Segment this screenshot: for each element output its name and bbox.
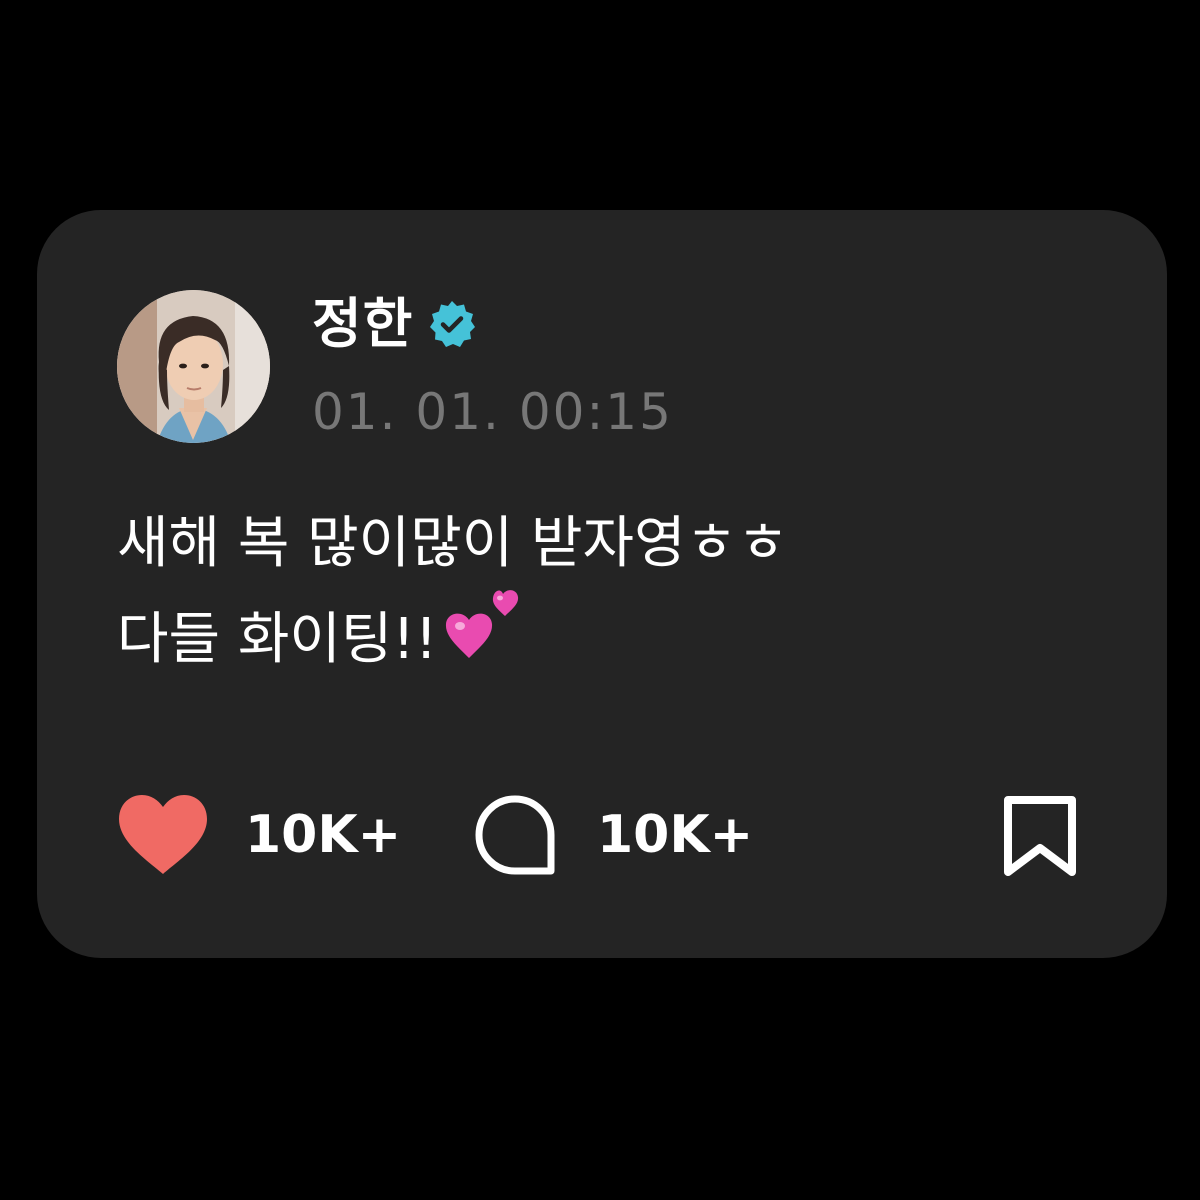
verified-badge-icon	[427, 299, 477, 349]
bookmark-icon[interactable]	[1002, 794, 1078, 878]
post-actions: 10K+ 10K+	[117, 790, 1087, 880]
post-content-line-2-row: 다들 화이팅!!	[117, 590, 1117, 688]
post-timestamp: 01. 01. 00:15	[312, 383, 673, 441]
post-content-line-1: 새해 복 많이많이 받자영ㅎㅎ	[117, 511, 789, 576]
post-card: 정한 01. 01. 00:15 새해 복 많이많이 받자영ㅎㅎ 다들 화이팅!…	[37, 210, 1167, 958]
author-row: 정한	[312, 288, 477, 360]
comment-count: 10K+	[597, 805, 754, 865]
speech-bubble-icon[interactable]	[474, 794, 556, 876]
post-content: 새해 복 많이많이 받자영ㅎㅎ 다들 화이팅!!	[117, 496, 1117, 688]
post-content-line-2: 다들 화이팅!!	[117, 607, 438, 672]
two-hearts-emoji	[441, 586, 529, 674]
author-name[interactable]: 정한	[312, 288, 413, 360]
like-count: 10K+	[245, 805, 402, 865]
avatar[interactable]	[117, 290, 270, 443]
heart-icon[interactable]	[117, 794, 209, 876]
page: 정한 01. 01. 00:15 새해 복 많이많이 받자영ㅎㅎ 다들 화이팅!…	[0, 0, 1200, 1200]
